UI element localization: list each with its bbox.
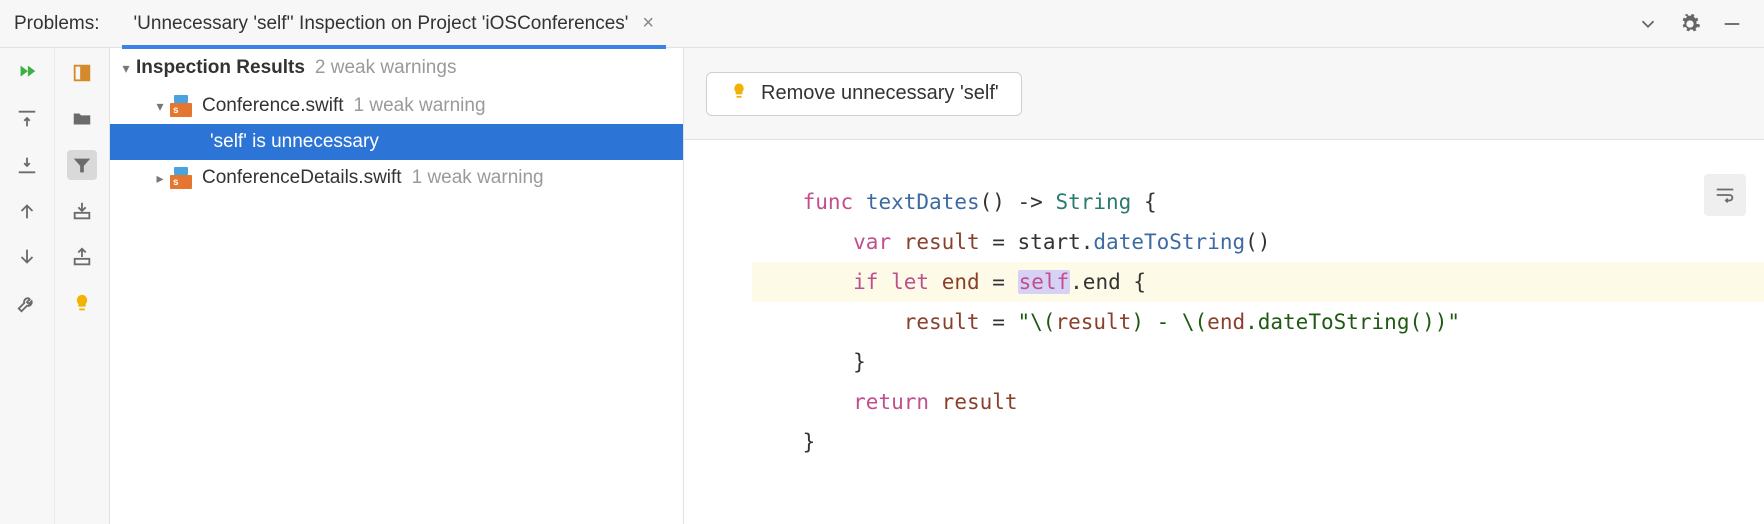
chevron-down-icon[interactable]: ▾ (150, 98, 170, 115)
action-bar: Remove unnecessary 'self' (684, 48, 1764, 140)
chevron-right-icon[interactable]: ▸ (150, 170, 170, 187)
code-line: func textDates() -> String { (752, 182, 1764, 222)
toolbar-column-2 (55, 48, 110, 524)
header-bar: Problems: 'Unnecessary 'self'' Inspectio… (0, 0, 1764, 48)
minimize-icon[interactable] (1720, 12, 1744, 36)
code-editor[interactable]: func textDates() -> String { var result … (684, 140, 1764, 524)
code-line: } (752, 342, 1764, 382)
warning-label: 'self' is unnecessary (210, 131, 379, 153)
header-right-controls (1636, 12, 1750, 36)
folder-icon[interactable] (67, 104, 97, 134)
chevron-down-icon[interactable]: ▾ (116, 60, 136, 77)
file-name: Conference.swift (202, 95, 344, 117)
problems-label: Problems: (14, 13, 100, 35)
file-summary: 1 weak warning (412, 167, 544, 189)
expand-vertical-icon[interactable] (12, 104, 42, 134)
file-summary: 1 weak warning (354, 95, 486, 117)
highlight-group-icon[interactable] (67, 58, 97, 88)
collapse-vertical-icon[interactable] (12, 150, 42, 180)
tree-root[interactable]: ▾ Inspection Results 2 weak warnings (110, 48, 683, 88)
swift-file-icon: s (170, 95, 196, 117)
code-line: } (752, 422, 1764, 462)
tree-file-conference[interactable]: ▾ s Conference.swift 1 weak warning (110, 88, 683, 124)
quick-fix-label: Remove unnecessary 'self' (761, 82, 999, 105)
inspection-tree: ▾ Inspection Results 2 weak warnings ▾ s… (110, 48, 683, 524)
bulb-icon[interactable] (67, 288, 97, 318)
tree-title-summary: 2 weak warnings (315, 57, 457, 79)
toolbar-column-1 (0, 48, 55, 524)
swift-file-icon: s (170, 167, 196, 189)
tree-file-conferencedetails[interactable]: ▸ s ConferenceDetails.swift 1 weak warni… (110, 160, 683, 196)
quick-fix-button[interactable]: Remove unnecessary 'self' (706, 72, 1022, 116)
tree-warning-self-unnecessary[interactable]: 'self' is unnecessary (110, 124, 683, 160)
code-line-highlighted: if let end = self.end { (752, 262, 1764, 302)
tab-title: 'Unnecessary 'self'' Inspection on Proje… (134, 13, 629, 35)
gear-icon[interactable] (1678, 12, 1702, 36)
rerun-icon[interactable] (12, 58, 42, 88)
export-icon[interactable] (67, 242, 97, 272)
inspection-tab[interactable]: 'Unnecessary 'self'' Inspection on Proje… (122, 0, 667, 48)
code-line: result = "\(result) - \(end.dateToString… (752, 302, 1764, 342)
soft-wrap-icon[interactable] (1704, 174, 1746, 216)
prev-icon[interactable] (12, 196, 42, 226)
code-line: return result (752, 382, 1764, 422)
main-area: ▾ Inspection Results 2 weak warnings ▾ s… (0, 48, 1764, 524)
next-icon[interactable] (12, 242, 42, 272)
filter-icon[interactable] (67, 150, 97, 180)
close-icon[interactable]: × (642, 12, 654, 35)
bulb-icon (729, 81, 749, 107)
tree-title: Inspection Results (136, 57, 305, 79)
chevron-down-icon[interactable] (1636, 12, 1660, 36)
detail-pane: Remove unnecessary 'self' func textDates… (683, 48, 1764, 524)
code-line: var result = start.dateToString() (752, 222, 1764, 262)
import-icon[interactable] (67, 196, 97, 226)
file-name: ConferenceDetails.swift (202, 167, 402, 189)
wrench-icon[interactable] (12, 288, 42, 318)
